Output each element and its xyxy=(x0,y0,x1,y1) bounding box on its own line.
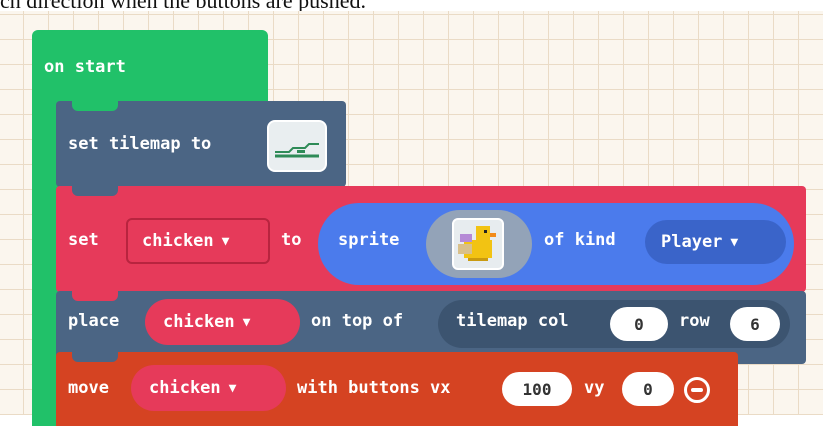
variable-name: chicken xyxy=(149,378,221,398)
row-number-input[interactable]: 6 xyxy=(730,307,780,341)
variable-dropdown[interactable]: chicken ▼ xyxy=(131,365,286,411)
move-label: move xyxy=(68,378,109,398)
block-notch xyxy=(72,186,118,196)
on-start-label: on start xyxy=(44,57,126,77)
sprite-label: sprite xyxy=(338,230,400,250)
sprite-image-picker[interactable] xyxy=(426,210,532,278)
variable-dropdown[interactable]: chicken ▼ xyxy=(145,299,300,345)
on-top-of-label: on top of xyxy=(311,311,404,331)
vy-number-input[interactable]: 0 xyxy=(622,372,674,406)
chevron-down-icon: ▼ xyxy=(221,233,230,249)
blocks-workspace[interactable]: on start set tilemap to set chicken ▼ to… xyxy=(0,11,823,426)
tilemap-thumbnail-icon[interactable] xyxy=(267,120,327,172)
block-notch xyxy=(72,291,118,301)
block-notch xyxy=(72,352,118,362)
block-notch xyxy=(72,101,118,111)
variable-name: chicken xyxy=(142,231,214,251)
of-kind-label: of kind xyxy=(544,230,616,250)
row-label: row xyxy=(679,311,710,331)
kind-dropdown[interactable]: Player ▼ xyxy=(645,220,786,264)
tilemap-preview-graphic xyxy=(275,143,319,158)
vx-number-input[interactable]: 100 xyxy=(502,372,572,406)
place-label: place xyxy=(68,311,120,331)
duck-sprite-icon xyxy=(452,218,504,270)
variable-name: chicken xyxy=(163,312,235,332)
kind-name: Player xyxy=(661,232,723,252)
set-tilemap-label: set tilemap to xyxy=(68,134,212,154)
set-label: set xyxy=(68,230,99,250)
chevron-down-icon: ▼ xyxy=(228,380,237,396)
chevron-down-icon: ▼ xyxy=(730,234,739,250)
duck-pixel-art xyxy=(458,226,496,261)
with-buttons-vx-label: with buttons vx xyxy=(297,378,451,398)
vy-label: vy xyxy=(584,378,605,398)
variable-dropdown[interactable]: chicken ▼ xyxy=(126,218,270,264)
tilemap-col-label: tilemap col xyxy=(456,311,569,331)
to-label: to xyxy=(281,230,302,250)
chevron-down-icon: ▼ xyxy=(242,314,251,330)
col-number-input[interactable]: 0 xyxy=(610,307,668,341)
minus-circle-icon[interactable] xyxy=(684,377,710,403)
